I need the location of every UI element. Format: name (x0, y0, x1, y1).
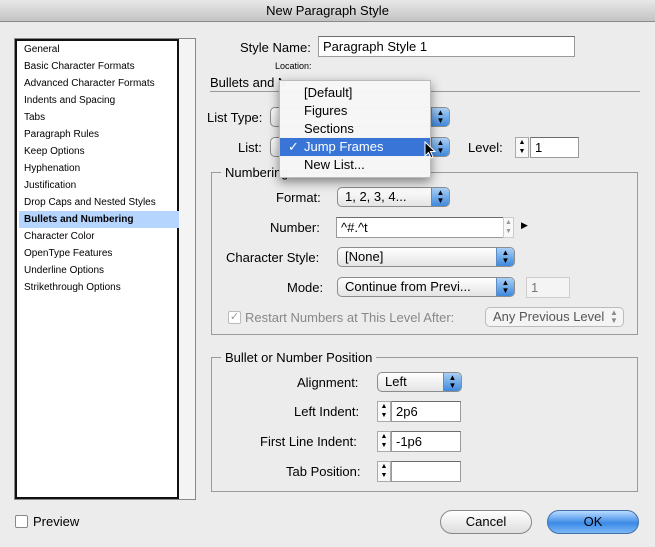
menu-item-label: Jump Frames (304, 139, 384, 154)
format-value: 1, 2, 3, 4... (345, 189, 407, 204)
sidebar-item[interactable]: Tabs (19, 109, 179, 126)
level-input[interactable]: 1 (530, 137, 579, 158)
first-line-indent-label: First Line Indent: (260, 434, 357, 449)
character-style-value: [None] (345, 249, 384, 264)
cursor-arrow-icon (424, 141, 437, 159)
numbering-style-title: Numbering Style (221, 165, 287, 180)
restart-checkbox[interactable]: ✓ (228, 311, 241, 324)
window-title: New Paragraph Style (266, 3, 389, 18)
character-style-popup[interactable]: [None] ▲ ▼ (337, 247, 515, 267)
style-name-label: Style Name: (240, 40, 311, 55)
menu-item-label: Figures (304, 103, 348, 118)
mode-popup[interactable]: Continue from Previ... ▲ ▼ (337, 277, 515, 297)
sidebar-item[interactable]: Justification (19, 177, 179, 194)
chevron-updown-icon: ▲ ▼ (431, 188, 449, 206)
sidebar-item[interactable]: General (19, 41, 179, 58)
menu-item-label: Sections (304, 121, 354, 136)
mode-value: Continue from Previ... (345, 279, 471, 294)
sidebar-item[interactable]: Strikethrough Options (19, 279, 179, 296)
level-stepper[interactable]: ▲ ▼ (515, 137, 529, 158)
first-line-indent-input[interactable]: -1p6 (391, 431, 461, 452)
left-indent-input[interactable]: 2p6 (391, 401, 461, 422)
list-label: List: (238, 140, 262, 155)
chevron-updown-icon: ▲ ▼ (605, 308, 623, 326)
chevron-updown-icon: ▲ ▼ (431, 108, 449, 126)
sidebar-item[interactable]: Advanced Character Formats (19, 75, 179, 92)
sidebar-item[interactable]: Bullets and Numbering (19, 211, 179, 228)
preview-label: Preview (33, 514, 80, 529)
left-indent-stepper[interactable]: ▲ ▼ (377, 401, 391, 422)
menu-item[interactable]: [Default] (280, 84, 430, 102)
sidebar-item[interactable]: Indents and Spacing (19, 92, 179, 109)
checkmark-icon: ✓ (288, 139, 299, 154)
character-style-label: Character Style: (226, 250, 320, 265)
sidebar-item[interactable]: Basic Character Formats (19, 58, 179, 75)
format-popup[interactable]: 1, 2, 3, 4... ▲ ▼ (337, 187, 450, 207)
category-list[interactable]: General Basic Character Formats Advanced C… (14, 38, 196, 500)
alignment-popup[interactable]: Left ▲ ▼ (377, 372, 462, 392)
menu-item[interactable]: Sections (280, 120, 430, 138)
bullet-position-title: Bullet or Number Position (221, 350, 377, 365)
number-stepper[interactable]: ▲ ▼ (503, 217, 514, 238)
sidebar-item[interactable]: OpenType Features (19, 245, 179, 262)
list-dropdown-menu: [Default] Figures Sections ✓ Jump Frames New … (279, 80, 431, 178)
chevron-updown-icon: ▲ ▼ (496, 278, 514, 296)
left-indent-label: Left Indent: (294, 404, 360, 419)
sidebar-item[interactable]: Character Color (19, 228, 179, 245)
style-name-input[interactable]: Paragraph Style 1 (318, 36, 575, 57)
number-label: Number: (270, 220, 320, 235)
ok-button[interactable]: OK (547, 510, 639, 534)
location-label: Location: (275, 61, 312, 71)
tab-position-input[interactable] (391, 461, 461, 482)
cancel-button[interactable]: Cancel (440, 510, 532, 534)
insert-special-arrow-icon[interactable]: ▶ (521, 220, 528, 231)
title-bar: New Paragraph Style (0, 0, 655, 22)
level-label: Level: (468, 140, 503, 155)
chevron-updown-icon: ▲ ▼ (496, 248, 514, 266)
list-type-label: List Type: (207, 110, 263, 125)
alignment-value: Left (385, 374, 407, 389)
sidebar-item[interactable]: Keep Options (19, 143, 179, 160)
menu-item[interactable]: Figures (280, 102, 430, 120)
restart-after-value: Any Previous Level (493, 309, 605, 324)
sidebar-item[interactable]: Underline Options (19, 262, 179, 279)
menu-item-label: [Default] (304, 85, 353, 100)
format-label: Format: (276, 190, 321, 205)
tab-position-stepper[interactable]: ▲ ▼ (377, 461, 391, 482)
chevron-updown-icon: ▲ ▼ (443, 373, 461, 391)
restart-label: Restart Numbers at This Level After: (245, 310, 455, 325)
menu-item[interactable]: New List... (280, 156, 430, 174)
preview-checkbox[interactable] (15, 515, 28, 528)
restart-after-popup[interactable]: Any Previous Level ▲ ▼ (485, 307, 624, 327)
section-title: Bullets and Numbering (210, 75, 285, 90)
first-line-indent-stepper[interactable]: ▲ ▼ (377, 431, 391, 452)
list-scroll-area[interactable] (179, 39, 195, 499)
mode-start-input[interactable]: 1 (526, 277, 570, 298)
mode-label: Mode: (287, 280, 324, 295)
sidebar-item[interactable]: Paragraph Rules (19, 126, 179, 143)
sidebar-item[interactable]: Hyphenation (19, 160, 179, 177)
tab-position-label: Tab Position: (286, 464, 361, 479)
menu-item[interactable]: ✓ Jump Frames (280, 138, 430, 156)
alignment-label: Alignment: (297, 375, 359, 390)
sidebar-item[interactable]: Drop Caps and Nested Styles (19, 194, 179, 211)
menu-item-label: New List... (304, 157, 365, 172)
number-input[interactable]: ^#.^t (336, 217, 505, 238)
